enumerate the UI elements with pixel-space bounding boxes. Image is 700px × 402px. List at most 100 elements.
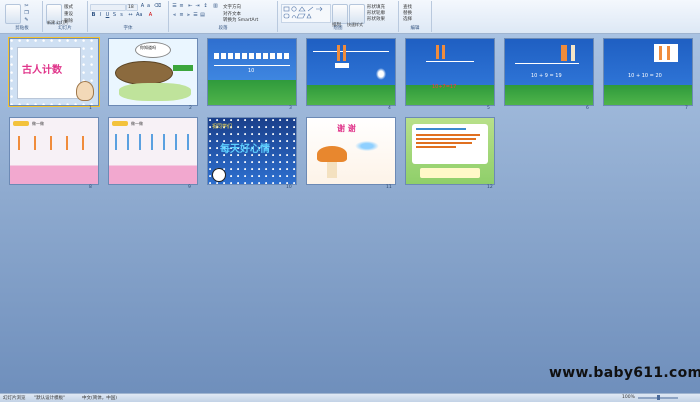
delete-button[interactable]: 删除 [64,18,73,24]
columns-icon[interactable]: ▥ [213,4,218,9]
strikethrough-icon[interactable]: S [112,13,117,18]
ribbon-group-label: 段落 [218,26,228,31]
view-mode-label: 幻灯片浏览 [3,396,26,401]
slide-number: 5 [487,106,490,111]
italic-icon[interactable]: I [98,13,103,18]
ribbon-group-label: 绘图 [333,26,343,31]
grow-font-icon[interactable]: A [140,4,145,9]
slide-thumbnail-11[interactable]: 谢 谢 [306,117,396,185]
slide-number: 12 [487,185,493,190]
counting-rod [571,45,575,61]
ribbon-group-label: 剪贴板 [15,26,29,31]
text-line [416,146,456,148]
slide-title: 每天好心情 [220,144,270,155]
slide-thumbnail-7[interactable]: 10 + 10 = 20 [603,38,693,106]
ribbon-group-editing: 查找 替换 选择 编辑 [399,1,432,32]
quick-styles-button[interactable] [349,4,365,24]
slide-number: 3 [289,106,292,111]
slide-thumbnail-10[interactable]: 祝同学们 每天好心情 [207,117,297,185]
convert-smartart-button[interactable]: 转换为 SmartArt [223,17,258,23]
ribbon-group-paragraph: ☰ ≡ ⇤ ⇥ ↕ ▥ 文字方向 ⫷ ≡ ⫸ ☰ ▤ 对齐文本 转换为 Smar… [169,1,278,32]
slide-number: 10 [286,185,292,190]
slide-title: 谢 谢 [337,124,356,133]
decrease-indent-icon[interactable]: ⇤ [188,4,193,9]
shrink-font-icon[interactable]: a [146,4,151,9]
line-spacing-icon[interactable]: ↕ [203,4,208,9]
align-center-icon[interactable]: ≡ [179,13,184,18]
ribbon-group-label: 编辑 [410,26,420,31]
cartoon-figure [76,81,94,101]
slide-number: 4 [388,106,391,111]
shapes-gallery[interactable] [281,4,331,23]
copy-icon[interactable]: ❐ [24,11,29,16]
slide-text: 祝同学们 [212,124,233,130]
numbering-icon[interactable]: ≡ [179,4,184,9]
text-direction-button[interactable]: 文字方向 [223,4,241,10]
arrange-button[interactable] [332,4,348,24]
counting-rod [436,45,439,59]
slide-title: 你知道吗 [140,45,156,50]
butterfly-decor [353,140,381,152]
slide-thumbnail-12[interactable] [405,117,495,185]
slide-thumbnail-9[interactable]: 做一做 [108,117,198,185]
number-line [313,51,389,52]
reset-button[interactable]: 重设 [64,11,73,17]
shadow-icon[interactable]: s [119,13,124,18]
layout-button[interactable]: 版式 [64,4,73,10]
zoom-slider-handle[interactable] [657,395,660,400]
slide-thumbnail-6[interactable]: 10 + 9 = 19 [504,38,594,106]
counting-rod [343,45,346,61]
sparkle-decor [375,67,387,81]
mushroom-cap [317,146,347,162]
ribbon-group-slides: 新建 幻灯片 版式 重设 删除 幻灯片 [43,1,88,32]
font-name-select[interactable] [90,4,126,11]
bold-icon[interactable]: B [91,13,96,18]
text-line [416,134,480,136]
abacus-rods [18,136,88,150]
slide-sorter-area: 古人计数 1 你知道吗 2 10 3 4 10+7=17 5 10 + 9 = … [0,34,700,393]
slide-thumbnail-1[interactable]: 古人计数 [8,37,100,107]
slide-thumbnail-4[interactable] [306,38,396,106]
underline-icon[interactable]: U [105,13,110,18]
change-case-icon[interactable]: Aa [136,13,142,18]
char-spacing-icon[interactable]: ↔ [128,13,133,18]
slide-equation: 10 + 9 = 19 [531,73,562,79]
justify-icon[interactable]: ☰ [193,13,198,18]
watermark-text: www.baby611.com [549,365,700,381]
format-painter-icon[interactable]: ✎ [24,18,29,23]
paste-button[interactable] [5,4,21,24]
slide-thumbnail-2[interactable]: 你知道吗 [108,38,198,106]
grass [119,83,191,101]
slide-number: 2 [189,106,192,111]
slide-thumbnail-8[interactable]: 做一做 [9,117,99,185]
slide-thumbnail-5[interactable]: 10+7=17 [405,38,495,106]
distribute-icon[interactable]: ▤ [200,13,205,18]
increase-indent-icon[interactable]: ⇥ [195,4,200,9]
select-button[interactable]: 选择 [403,16,412,22]
slide-equation: 10 + 10 = 20 [628,73,662,79]
font-color-icon[interactable]: A [148,13,153,18]
ribbon-group-clipboard: ✂ ❐ ✎ 剪贴板 [2,1,43,32]
counting-rod [659,46,662,60]
slide-thumbnail-3[interactable]: 10 [207,38,297,106]
align-left-icon[interactable]: ⫷ [172,13,177,18]
heading-tag [13,121,29,126]
align-right-icon[interactable]: ⫸ [186,13,191,18]
cut-icon[interactable]: ✂ [24,4,29,9]
bullets-icon[interactable]: ☰ [172,4,177,9]
counting-rod [442,45,445,59]
ribbon-group-label: 幻灯片 [58,26,72,31]
shape-effects-button[interactable]: 形状效果 [367,16,385,22]
answer-box [335,63,349,68]
slide-number: 7 [685,106,688,111]
ribbon-group-label: 字体 [123,26,133,31]
font-size-value: 18 [128,5,134,10]
font-size-select[interactable]: 18 [126,4,138,11]
label-box [173,65,193,71]
language-indicator[interactable]: 中文(简体，中国) [82,395,117,401]
number-line [426,61,474,62]
zoom-level[interactable]: 100% [622,395,635,400]
clear-format-icon[interactable]: ⌫ [154,4,161,9]
text-panel [412,124,488,164]
counting-bundle [561,45,567,61]
